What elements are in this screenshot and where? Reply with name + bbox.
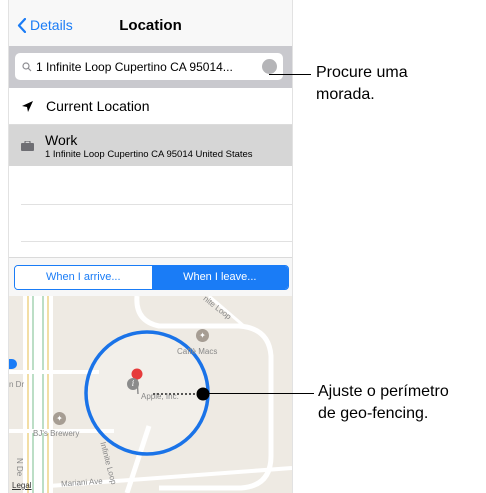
brewery-poi-icon: ✦ [53, 412, 66, 425]
trigger-selector: When I arrive... When I leave... [9, 257, 292, 297]
callout-line-geofence [207, 393, 314, 394]
map-label-apple: Apple, Inc. [141, 392, 179, 401]
page-title: Location [119, 17, 182, 34]
callout-search: Procure uma morada. [316, 62, 408, 106]
list-item-work[interactable]: Work 1 Infinite Loop Cupertino CA 95014 … [9, 125, 292, 166]
callout-geofence-line1: Ajuste o perímetro [318, 383, 449, 400]
callout-line-search [269, 74, 311, 75]
cafe-poi-icon: ✦ [196, 329, 209, 342]
map-label-cafe: Caffè Macs [177, 347, 218, 356]
segment-when-leave[interactable]: When I leave... [151, 266, 288, 289]
callout-search-line1: Procure uma [316, 64, 408, 81]
search-value: 1 Infinite Loop Cupertino CA 95014... [36, 59, 233, 74]
chevron-left-icon [17, 17, 26, 33]
divider [21, 241, 292, 242]
phone-screen: Details Location 1 Infinite Loop Cuperti… [8, 0, 293, 493]
search-input[interactable]: 1 Infinite Loop Cupertino CA 95014... [15, 53, 283, 80]
segment-when-arrive[interactable]: When I arrive... [15, 266, 152, 289]
work-title: Work [45, 132, 78, 148]
callout-geofence: Ajuste o perímetro de geo-fencing. [318, 381, 449, 425]
map-view[interactable]: ✦ Caffè Macs i Apple, Inc. ✦ BJ's Brewer… [9, 294, 292, 493]
work-address: 1 Infinite Loop Cupertino CA 95014 Unite… [45, 149, 253, 160]
search-icon [22, 61, 32, 71]
segmented-control: When I arrive... When I leave... [14, 265, 289, 290]
current-location-label: Current Location [46, 98, 150, 114]
clear-icon[interactable] [262, 59, 277, 74]
resize-handle[interactable] [196, 387, 210, 401]
navigation-bar: Details Location [9, 0, 292, 46]
location-arrow-icon [22, 100, 33, 112]
map-label-brewery: BJ's Brewery [33, 429, 80, 438]
back-button-label: Details [30, 17, 73, 33]
divider [21, 204, 292, 205]
info-icon[interactable]: i [127, 378, 139, 390]
back-button[interactable]: Details [17, 17, 73, 33]
callout-geofence-line2: de geo-fencing. [318, 405, 429, 422]
list-item-current-location[interactable]: Current Location [9, 88, 292, 125]
legal-link[interactable]: Legal [12, 481, 32, 490]
briefcase-icon [21, 141, 34, 151]
search-bar: 1 Infinite Loop Cupertino CA 95014... [9, 46, 292, 88]
map-label-n-de: N De [15, 458, 24, 477]
callout-search-line2: morada. [316, 86, 375, 103]
map-label-dr: n Dr [9, 380, 25, 389]
